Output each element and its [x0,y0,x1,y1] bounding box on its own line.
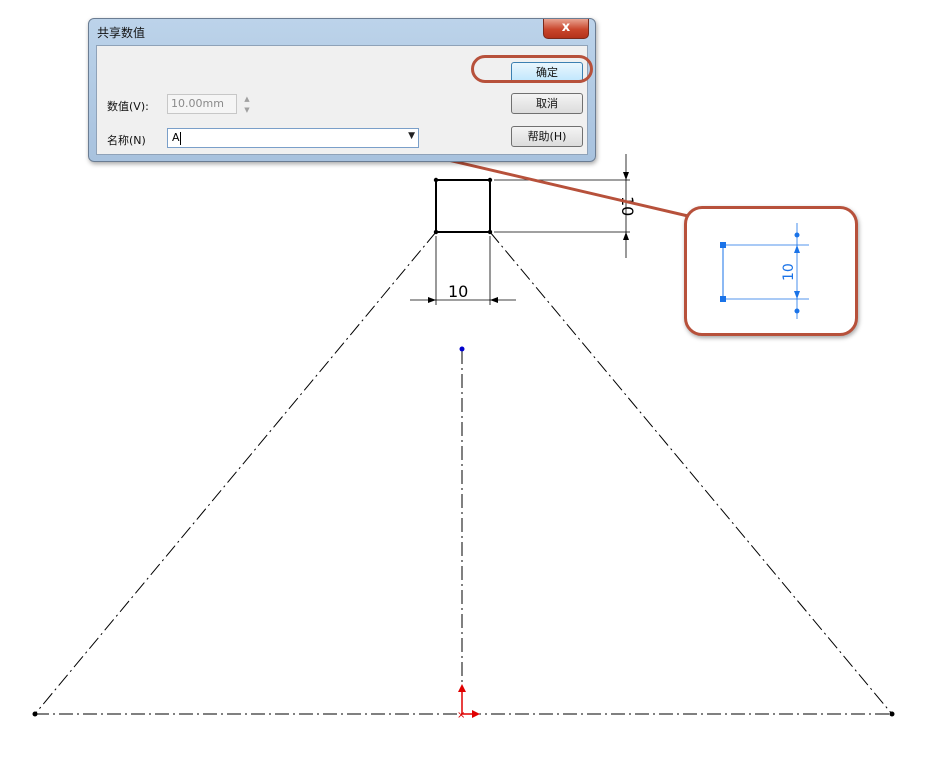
construction-line-left[interactable] [34,231,437,715]
sketch-point[interactable] [433,177,439,183]
value-label: 数值(V): [107,100,149,113]
sketch-point[interactable] [32,711,38,717]
sketch-point[interactable] [487,177,493,183]
name-label: 名称(N) [107,134,146,147]
name-combobox[interactable]: A ▼ [167,128,419,148]
spin-up-icon[interactable]: ▲ [241,94,253,104]
value-input[interactable]: 10.00mm [167,94,237,114]
dimension-horizontal[interactable]: 10 [410,236,516,305]
ok-highlight-ring [471,55,593,83]
text-caret [180,132,181,145]
sketch-point[interactable] [433,229,439,235]
dimension-vertical[interactable]: 10 [494,154,637,258]
sketch-point[interactable] [487,229,493,235]
close-button[interactable]: x [543,19,589,39]
spin-down-icon[interactable]: ▼ [241,105,253,115]
cancel-button[interactable]: 取消 [511,93,583,114]
value-spinner[interactable]: ▲ ▼ [241,94,253,116]
help-button[interactable]: 帮助(H) [511,126,583,147]
shared-value-dialog: 共享数值 x 数值(V): 10.00mm ▲ ▼ 名称(N) A ▼ 确定 取… [88,18,596,162]
sketch-point-blue[interactable] [459,346,465,352]
zoom-callout: 10 [684,206,858,336]
sketch-point[interactable] [889,711,895,717]
chevron-down-icon[interactable]: ▼ [408,131,415,141]
callout-dimension-label: 10 [781,263,797,281]
origin-icon: × [457,684,480,721]
dialog-title: 共享数值 [97,26,146,40]
dimension-horizontal-label[interactable]: 10 [448,282,468,301]
sketch-square[interactable] [435,179,491,233]
name-value: A [172,131,180,144]
dialog-titlebar[interactable]: 共享数值 x [89,19,595,45]
svg-text:×: × [457,710,465,721]
